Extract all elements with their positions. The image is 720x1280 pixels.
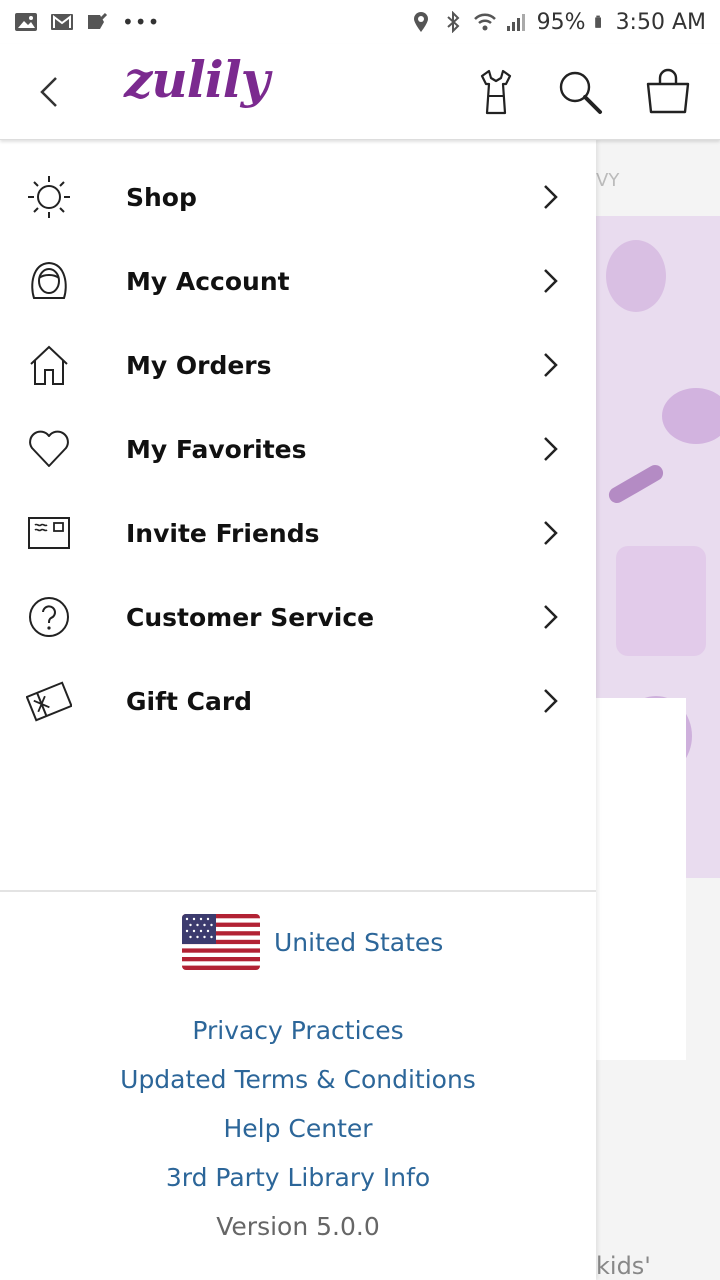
us-flag-icon [182, 914, 260, 970]
sun-icon [28, 176, 70, 218]
mail-icon [51, 14, 73, 30]
chevron-right-icon [544, 437, 558, 461]
bg-footer-text: kids' [596, 1252, 651, 1280]
navigation-drawer: Shop My Account My Orders My Favorites I… [0, 140, 596, 1280]
app-version: Version 5.0.0 [216, 1212, 380, 1241]
check-icon [88, 12, 108, 29]
status-right: 95% 3:50 AM [409, 10, 706, 35]
bluetooth-icon [446, 11, 460, 33]
terms-conditions-link[interactable]: Updated Terms & Conditions [0, 1065, 596, 1094]
country-label: United States [274, 927, 444, 957]
chevron-right-icon [544, 185, 558, 209]
gallery-icon [15, 13, 37, 31]
menu-item-my-favorites[interactable]: My Favorites [0, 407, 596, 491]
chevron-right-icon [544, 521, 558, 545]
menu-item-shop[interactable]: Shop [0, 155, 596, 239]
menu-label-my-account: My Account [126, 266, 290, 296]
shopping-bag-icon[interactable] [644, 68, 692, 116]
chevron-right-icon [544, 353, 558, 377]
menu-item-customer-service[interactable]: Customer Service [0, 575, 596, 659]
menu-item-my-account[interactable]: My Account [0, 239, 596, 323]
menu-label-gift-card: Gift Card [126, 686, 253, 716]
search-icon[interactable] [556, 68, 604, 116]
menu-label-my-orders: My Orders [126, 350, 272, 380]
country-selector[interactable]: United States [182, 914, 443, 970]
back-icon[interactable] [30, 70, 70, 114]
heart-icon [29, 430, 69, 467]
envelope-icon [28, 517, 70, 549]
app-header: zulily [0, 44, 720, 140]
question-icon [29, 597, 69, 637]
menu-label-my-favorites: My Favorites [126, 434, 307, 464]
menu-label-invite-friends: Invite Friends [126, 518, 320, 548]
battery-percent: 95% [536, 9, 586, 35]
chevron-right-icon [544, 605, 558, 629]
menu-item-gift-card[interactable]: Gift Card [0, 659, 596, 743]
drawer-footer: United States Privacy Practices Updated … [0, 890, 596, 1280]
menu-item-invite-friends[interactable]: Invite Friends [0, 491, 596, 575]
wifi-icon [473, 13, 496, 31]
help-center-link[interactable]: Help Center [0, 1114, 596, 1143]
third-party-library-link[interactable]: 3rd Party Library Info [0, 1163, 596, 1192]
menu-item-my-orders[interactable]: My Orders [0, 323, 596, 407]
status-left: ••• [14, 10, 160, 34]
bg-card [596, 698, 686, 1060]
status-bar: ••• 95% 3:50 AM [0, 0, 720, 44]
overflow-dots: ••• [122, 10, 161, 34]
chevron-right-icon [544, 689, 558, 713]
bg-tagline: VY [596, 170, 620, 191]
home-icon [30, 345, 68, 385]
battery-icon [594, 15, 601, 28]
menu-label-customer-service: Customer Service [126, 602, 375, 632]
chevron-right-icon [544, 269, 558, 293]
dress-icon[interactable] [472, 68, 520, 116]
zulily-logo[interactable]: zulily [124, 50, 270, 109]
clock: 3:50 AM [615, 9, 706, 35]
person-icon [31, 261, 67, 299]
menu-label-shop: Shop [126, 182, 197, 212]
signal-icon [506, 14, 525, 31]
gift-card-icon [26, 681, 72, 722]
privacy-practices-link[interactable]: Privacy Practices [0, 1016, 596, 1045]
background-page: VY kids' [596, 140, 720, 1280]
location-icon [413, 12, 428, 32]
